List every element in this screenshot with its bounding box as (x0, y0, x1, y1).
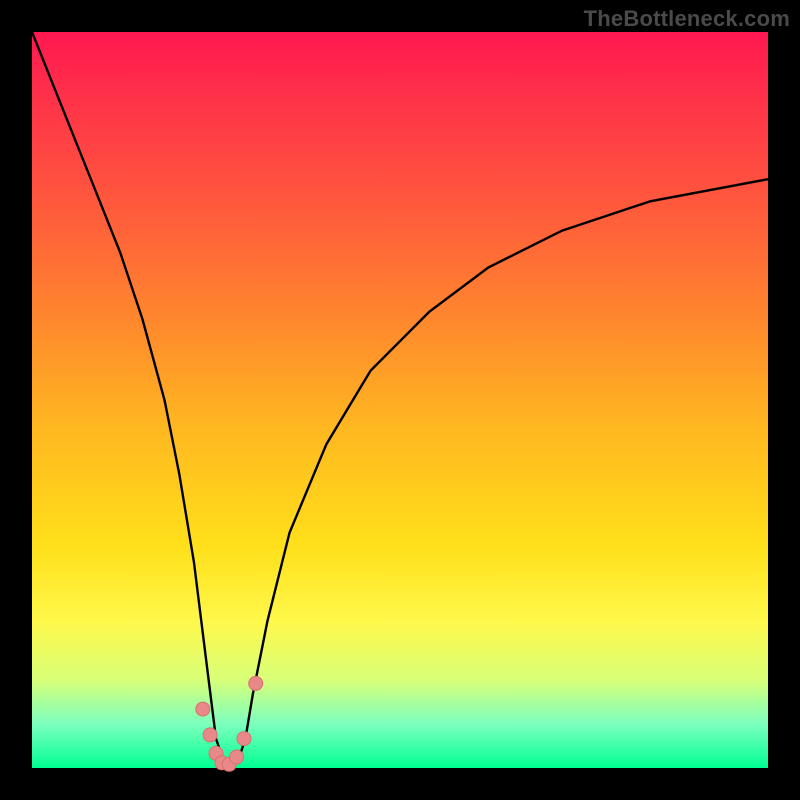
chart-frame: TheBottleneck.com (0, 0, 800, 800)
trough-marker (237, 732, 251, 746)
curve-layer (32, 32, 768, 768)
bottleneck-curve (32, 32, 768, 768)
trough-marker (249, 676, 263, 690)
trough-marker (203, 728, 217, 742)
trough-marker (196, 702, 210, 716)
trough-marker (230, 750, 244, 764)
watermark-text: TheBottleneck.com (584, 6, 790, 32)
plot-area (32, 32, 768, 768)
